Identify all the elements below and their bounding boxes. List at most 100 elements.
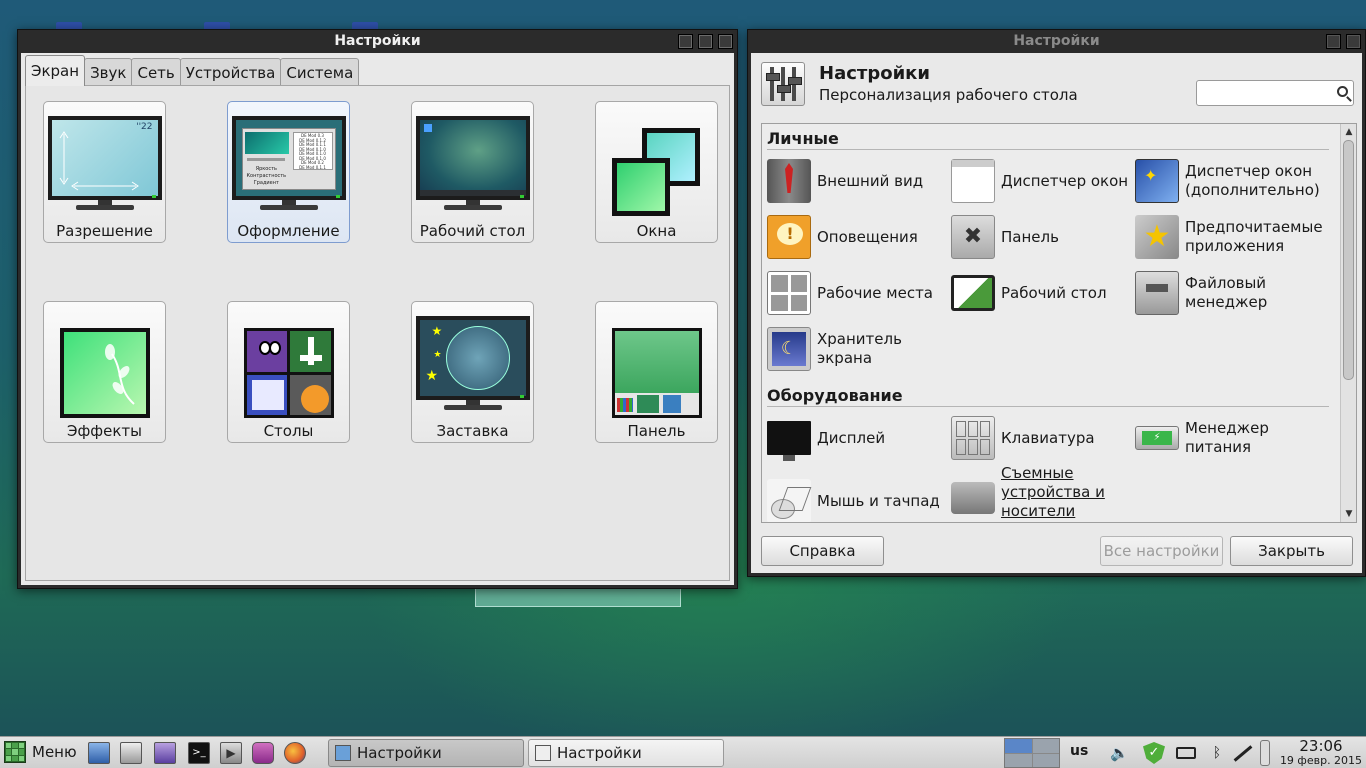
window-titlebar[interactable]: Настройки	[18, 30, 737, 52]
tile-workspaces[interactable]: Столы	[227, 301, 350, 443]
item-screensaver[interactable]: ☾ Хранитель экрана	[767, 325, 949, 373]
all-settings-button[interactable]: Все настройки	[1100, 536, 1223, 566]
tab-sound[interactable]: Звук	[84, 58, 133, 86]
settings-window-tabs[interactable]: Настройки Экран Звук Сеть Устройства Сис…	[17, 29, 738, 589]
tile-desktop[interactable]: Рабочий стол	[411, 101, 534, 243]
security-shield-icon[interactable]: ✓	[1143, 742, 1165, 764]
item-label: Панель	[1001, 227, 1059, 246]
settings-manager-window[interactable]: Настройки Настройки Персонализация рабоч…	[747, 29, 1366, 577]
workspaces-quad-icon	[243, 328, 334, 418]
network-plug-icon[interactable]	[1233, 745, 1253, 762]
item-preferred-apps[interactable]: ★ Предпочитаемые приложения	[1135, 213, 1323, 261]
item-file-manager[interactable]: Файловый менеджер	[1135, 269, 1317, 317]
tile-panel[interactable]: Панель	[595, 301, 718, 443]
search-input[interactable]	[1196, 80, 1354, 106]
item-label: Файловый менеджер	[1185, 274, 1268, 311]
taskbar-task-settings-active[interactable]: Настройки	[328, 739, 524, 767]
task-label: Настройки	[357, 744, 442, 762]
terminal-icon[interactable]: >_	[188, 742, 210, 764]
tab-network[interactable]: Сеть	[131, 58, 181, 86]
item-window-manager-tweaks[interactable]: ✦ Диспетчер окон (дополнительно)	[1135, 157, 1320, 205]
tab-devices[interactable]: Устройства	[179, 58, 282, 86]
item-removable-media[interactable]: Съемные устройства и носители данных	[951, 464, 1133, 522]
screensaver-monitor-icon: ★ ★ ★	[415, 316, 530, 412]
scroll-up-icon[interactable]: ▲	[1342, 125, 1356, 139]
item-desktop[interactable]: Рабочий стол	[951, 269, 1133, 317]
workspace-2[interactable]	[1032, 739, 1059, 753]
tile-windows[interactable]: Окна	[595, 101, 718, 243]
tile-label: Заставка	[436, 422, 509, 440]
menu-icon	[4, 741, 26, 763]
item-label: Клавиатура	[1001, 428, 1095, 447]
item-display[interactable]: Дисплей	[767, 414, 949, 462]
window-title: Настройки	[1013, 33, 1100, 49]
window-list-icon[interactable]	[154, 742, 176, 764]
theme-list-row: DE Mod 0.1.1	[299, 164, 326, 170]
messenger-icon[interactable]	[252, 742, 274, 764]
item-label: Оповещения	[817, 227, 918, 246]
file-manager-icon[interactable]	[120, 742, 142, 764]
panel-preview-icon	[611, 328, 702, 418]
clock[interactable]: 23:06 19 февр. 2015	[1278, 739, 1364, 768]
item-mouse-touchpad[interactable]: Мышь и тачпад	[767, 477, 949, 522]
tile-appearance[interactable]: DE Mod 0.3 DE Mod 0.1.2 DE Mod 0.1.1 DE …	[227, 101, 350, 243]
keyboard-icon	[951, 416, 995, 460]
battery-icon: ⚡	[1135, 426, 1179, 450]
item-label: Предпочитаемые приложения	[1185, 218, 1323, 255]
tab-system[interactable]: Система	[280, 58, 360, 86]
removable-drive-icon	[951, 482, 995, 514]
vertical-scrollbar[interactable]: ▲ ▼	[1340, 124, 1356, 522]
close-dialog-button[interactable]: Закрыть	[1230, 536, 1353, 566]
show-desktop-icon[interactable]	[88, 742, 110, 764]
bluetooth-icon[interactable]: ᛒ	[1208, 744, 1226, 762]
panel-handle-icon[interactable]	[1260, 740, 1270, 766]
clock-date: 19 февр. 2015	[1279, 754, 1363, 767]
window-title: Настройки	[334, 33, 421, 49]
workspace-3[interactable]	[1005, 753, 1032, 767]
tile-label: Рабочий стол	[419, 222, 526, 240]
search-icon[interactable]	[1337, 86, 1348, 97]
item-power-manager[interactable]: ⚡ Менеджер питания	[1135, 414, 1317, 462]
tab-screen[interactable]: Экран	[25, 55, 86, 86]
tile-label: Разрешение	[56, 222, 153, 240]
workspace-pager[interactable]	[1004, 738, 1060, 768]
workspace-1[interactable]	[1005, 739, 1032, 753]
maximize-button[interactable]	[698, 34, 713, 49]
taskbar: Меню >_ ▶ Настройки Настройки us 🔈 ✓ ᛒ 2…	[0, 736, 1366, 768]
item-appearance[interactable]: Внешний вид	[767, 157, 949, 205]
volume-icon[interactable]: 🔈	[1110, 744, 1129, 762]
item-window-manager[interactable]: Диспетчер окон	[951, 157, 1133, 205]
workspace-4[interactable]	[1032, 753, 1059, 767]
tile-label: Столы	[263, 422, 314, 440]
window-titlebar[interactable]: Настройки	[748, 30, 1365, 52]
item-keyboard[interactable]: Клавиатура	[951, 414, 1133, 462]
applications-menu-button[interactable]: Меню	[4, 741, 77, 763]
tile-screensaver[interactable]: ★ ★ ★ Заставка	[411, 301, 534, 443]
item-notifications[interactable]: ! Оповещения	[767, 213, 949, 261]
firefox-icon[interactable]	[284, 742, 306, 764]
minimize-button[interactable]	[678, 34, 693, 49]
scrollbar-thumb[interactable]	[1343, 140, 1354, 380]
tile-resolution[interactable]: ''22 Разрешение	[43, 101, 166, 243]
help-button[interactable]: Справка	[761, 536, 884, 566]
scroll-down-icon[interactable]: ▼	[1342, 507, 1356, 521]
window-manager-icon	[951, 159, 995, 203]
task-label: Настройки	[557, 744, 642, 762]
tile-effects[interactable]: Эффекты	[43, 301, 166, 443]
file-manager-drawer-icon	[1135, 271, 1179, 315]
battery-tray-icon[interactable]	[1176, 747, 1196, 759]
tab-panel-screen: ''22 Разрешение DE Mod 0.3 DE Mod 0.1.2 …	[25, 85, 730, 581]
keyboard-layout-indicator[interactable]: us	[1070, 743, 1088, 759]
item-label: Съемные устройства и носители данных	[1001, 464, 1105, 522]
media-player-icon[interactable]: ▶	[220, 742, 242, 764]
close-button[interactable]	[718, 34, 733, 49]
item-panel[interactable]: ✖ Панель	[951, 213, 1133, 261]
taskbar-task-settings[interactable]: Настройки	[528, 739, 724, 767]
maximize-button[interactable]	[1326, 34, 1341, 49]
settings-list[interactable]: Личные Внешний вид Диспетчер окон ✦ Дисп…	[761, 123, 1357, 523]
panel-icon: ✖	[951, 215, 995, 259]
resolution-monitor-icon: ''22	[47, 116, 162, 212]
header-subtitle: Персонализация рабочего стола	[819, 86, 1078, 104]
close-button[interactable]	[1346, 34, 1361, 49]
item-workspaces[interactable]: Рабочие места	[767, 269, 949, 317]
